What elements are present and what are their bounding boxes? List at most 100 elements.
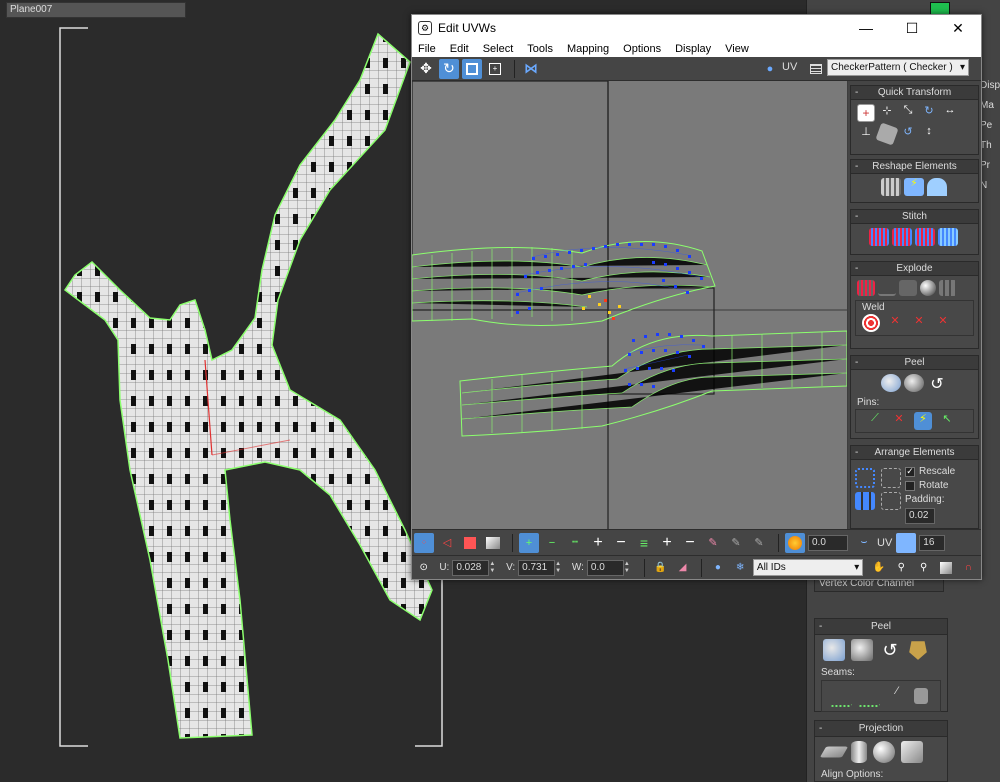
menu-select[interactable]: Select [483,43,514,55]
absolute-mode-icon[interactable]: ⊙ [414,558,433,578]
unpin-icon[interactable]: ✕ [890,412,908,430]
shrink-icon[interactable]: − [611,533,631,553]
shrink-selection-icon[interactable]: − [542,533,562,553]
pelt-map-icon[interactable] [904,374,924,392]
quick-peel-icon[interactable] [881,374,901,392]
grid-snap-icon[interactable] [896,532,917,553]
object-name-field[interactable]: Plane007 [6,2,186,18]
weld-selected-icon[interactable]: ✕ [886,314,904,332]
pack-custom-icon[interactable] [881,468,901,488]
expand-seam-icon[interactable] [914,688,928,704]
stitch-to-target-icon[interactable] [869,228,889,246]
minimize-button[interactable]: — [843,15,889,41]
peel-rollout-header[interactable]: - Peel [815,619,947,635]
space-vertical-icon[interactable]: ↕ [920,125,938,143]
quick-peel-icon[interactable] [823,639,845,661]
target-weld-icon[interactable] [862,314,880,332]
align-vertical-icon[interactable]: ⊥ [857,125,875,143]
flatten-icon[interactable] [899,280,917,296]
menu-options[interactable]: Options [623,43,661,55]
zoom-icon[interactable]: ⚲ [892,558,911,578]
stitch-to-average-icon[interactable] [892,228,912,246]
v-spinner[interactable]: ▲ ▼ [555,561,563,575]
explode-sphere-icon[interactable] [920,280,936,296]
grow-selection-icon[interactable]: + [519,532,539,553]
freeze-icon[interactable]: ❄ [731,558,750,578]
paint-shrink-icon[interactable]: ✎ [749,533,769,553]
relax-settings-icon[interactable] [927,178,947,196]
teapot-icon[interactable]: ● [760,59,780,79]
u-field[interactable]: 0.028 [452,559,490,576]
stitch-custom-icon[interactable] [938,228,958,246]
explode-grid-icon[interactable] [939,280,957,296]
side-check-2[interactable]: Pe [980,120,1000,140]
filter-icon[interactable]: ◢ [673,558,692,578]
hide-icon[interactable]: ● [708,558,727,578]
projection-rollout-header[interactable]: - Projection [815,721,947,737]
break-icon[interactable] [857,280,875,296]
uv-channel-label[interactable]: UV [782,61,797,73]
planar-map-icon[interactable] [819,746,849,758]
side-check-3[interactable]: Th [980,140,1000,160]
auto-pin-icon[interactable]: ⚡ [914,412,932,430]
align-diagonal-icon[interactable]: ⤡ [899,104,917,122]
select-pins-icon[interactable]: ↖ [938,412,956,430]
mirror-icon[interactable]: ⋈ [521,59,541,79]
menu-display[interactable]: Display [675,43,711,55]
pack-together-icon[interactable] [855,492,875,510]
w-spinner[interactable]: ▲ ▼ [624,561,632,575]
grow-icon[interactable]: + [588,533,608,553]
weld-threshold-icon[interactable]: ✕ [910,314,928,332]
pelt-map-icon[interactable] [851,639,873,661]
edge-to-seam-icon[interactable]: ⁄ [886,685,908,707]
maximize-button[interactable]: ☐ [889,15,935,41]
zoom-extents-icon[interactable] [936,558,955,578]
rotate-minus-90-icon[interactable]: ↺ [899,125,917,143]
menu-tools[interactable]: Tools [527,43,553,55]
side-check-1[interactable]: Ma [980,100,1000,120]
soft-selection-value[interactable]: 0.0 [808,534,848,551]
grid-value[interactable]: 16 [919,534,946,551]
detach-icon[interactable] [878,280,896,296]
rotate-90-icon[interactable]: ↻ [920,104,938,122]
point-to-point-seam-icon[interactable] [858,685,880,707]
pack-normalize-icon[interactable] [855,468,875,488]
ring-icon[interactable]: ≡ [634,533,654,553]
relax-icon[interactable]: ⚡ [904,178,924,196]
w-field[interactable]: 0.0 [586,559,624,576]
align-horizontal-icon[interactable]: ⊹ [878,104,896,122]
lock-icon[interactable]: 🔒 [651,558,670,578]
rotate-icon[interactable]: ↻ [439,58,459,79]
side-check-0[interactable]: Displ [980,80,1000,100]
pan-icon[interactable]: ✋ [869,558,888,578]
u-spinner[interactable]: ▲ ▼ [489,561,497,575]
menu-view[interactable]: View [725,43,749,55]
pin-icon[interactable]: ⟋ [866,412,884,430]
polygon-mode-icon[interactable] [460,533,480,553]
paint-grow-icon[interactable]: ✎ [726,533,746,553]
scale-icon[interactable] [462,58,482,79]
freeform-icon[interactable]: + [485,59,505,79]
set-pivot-icon[interactable]: + [857,104,875,122]
padding-field[interactable]: 0.02 [905,508,935,524]
loop-icon[interactable]: ┅ [565,533,585,553]
cylindrical-map-icon[interactable] [851,741,867,763]
falloff-icon[interactable]: ⌣ [854,533,874,553]
texture-dropdown[interactable]: CheckerPattern ( Checker ) [827,59,969,76]
ring-shrink-icon[interactable]: − [680,533,700,553]
v-field[interactable]: 0.731 [518,559,556,576]
uv-editor-canvas[interactable] [412,81,847,529]
pack-recenter-icon[interactable] [881,492,901,510]
reset-peel-icon[interactable]: ↺ [927,374,947,393]
zoom-region-icon[interactable]: ⚲ [914,558,933,578]
uv-space-label[interactable]: UV [877,537,892,549]
weld-all-icon[interactable]: ✕ [934,314,952,332]
edge-select-seam-icon[interactable] [830,685,852,707]
rotate-checkbox[interactable]: Rotate [905,480,955,491]
texture-list-icon[interactable] [806,59,826,79]
snap-icon[interactable]: ∩ [959,558,978,578]
side-check-4[interactable]: Pr [980,160,1000,180]
box-map-icon[interactable] [901,741,923,763]
ids-dropdown[interactable]: All IDs [752,559,864,576]
menu-edit[interactable]: Edit [450,43,469,55]
